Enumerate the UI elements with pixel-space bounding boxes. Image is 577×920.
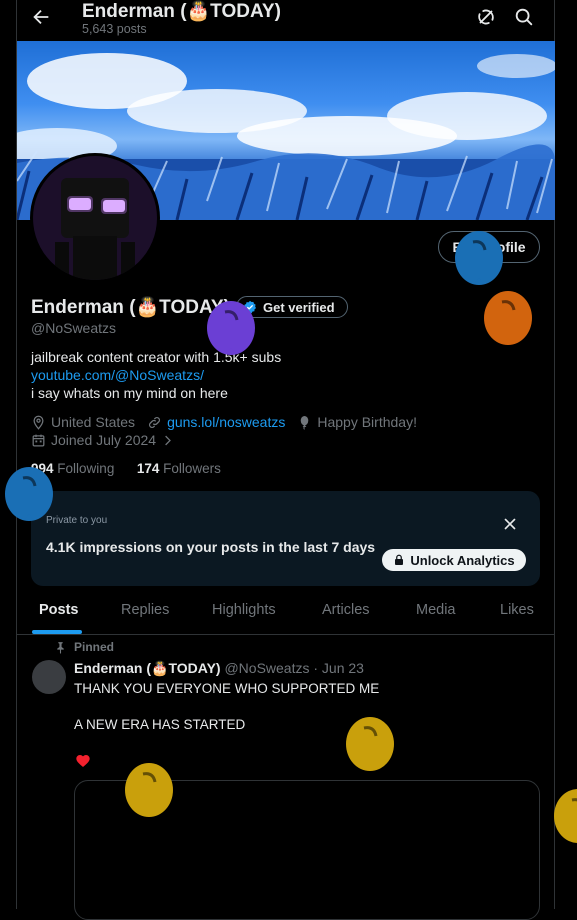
tab-likes[interactable]: Likes (500, 602, 534, 618)
profile-meta-row: United States guns.lol/nosweatzs Happy B… (31, 414, 417, 430)
bio-youtube-link[interactable]: youtube.com/@NoSweatzs/ (31, 366, 281, 384)
analytics-impressions-text: 4.1K impressions on your posts in the la… (46, 539, 376, 555)
analytics-card: Private to you 4.1K impressions on your … (31, 491, 540, 586)
tab-media[interactable]: Media (416, 602, 456, 618)
lock-icon (395, 554, 404, 565)
post-text-line: A NEW ERA HAS STARTED (74, 717, 246, 732)
balloon-icon (455, 231, 503, 285)
pinned-label-row: Pinned (54, 640, 114, 654)
follow-stats: 994 Following 174 Followers (31, 461, 221, 476)
post-author-name[interactable]: Enderman (🎂TODAY) (74, 660, 221, 676)
analytics-private-label: Private to you (46, 515, 108, 526)
heart-icon (76, 755, 90, 767)
balloon-icon (207, 301, 255, 355)
location-icon (33, 415, 44, 430)
chevron-right-icon (165, 435, 171, 445)
balloon-icon (301, 415, 309, 430)
pinned-label: Pinned (74, 640, 115, 654)
profile-display-name: Enderman (🎂TODAY) (31, 297, 230, 318)
post-handle-time: @NoSweatzs · Jun 23 (224, 660, 364, 676)
balloon-icon (125, 763, 173, 817)
close-icon[interactable] (501, 515, 519, 533)
profile-joined-date: Joined July 2024 (51, 432, 157, 448)
enderman-avatar-image (33, 156, 157, 280)
pin-icon (57, 641, 64, 654)
following-label: Following (57, 461, 115, 476)
balloon-icon (554, 789, 577, 843)
header-title: Enderman (🎂TODAY) (82, 1, 281, 22)
profile-avatar[interactable] (30, 153, 160, 283)
profile-handle: @NoSweatzs (31, 320, 117, 336)
get-verified-label: Get verified (263, 299, 335, 315)
profile-tabs: Posts Replies Highlights Articles Media … (17, 592, 555, 635)
followers-link[interactable]: 174 Followers (137, 461, 221, 476)
profile-location: United States (51, 414, 136, 430)
followers-count: 174 (136, 461, 160, 476)
unlock-analytics-button[interactable]: Unlock Analytics (382, 549, 526, 571)
followers-label: Followers (163, 461, 221, 476)
header-post-count: 5,643 posts (82, 22, 147, 36)
post-header: Enderman (🎂TODAY) @NoSweatzs · Jun 23 (74, 660, 364, 677)
unlock-analytics-label: Unlock Analytics (410, 552, 515, 568)
active-tab-indicator (32, 630, 82, 634)
bio-line: i say whats on my mind on here (31, 385, 228, 401)
balloon-icon (346, 717, 394, 771)
profile-website-link[interactable]: guns.lol/nosweatzs (167, 414, 285, 430)
post-author-avatar[interactable] (32, 660, 66, 694)
profile-joined-row[interactable]: Joined July 2024 (31, 432, 180, 448)
grok-icon[interactable] (475, 6, 497, 28)
back-arrow-icon[interactable] (30, 6, 52, 28)
link-icon (149, 416, 161, 428)
calendar-icon (32, 434, 45, 446)
post-text-line: THANK YOU EVERYONE WHO SUPPORTED ME (74, 681, 380, 696)
profile-birthday: Happy Birthday! (317, 414, 417, 430)
balloon-icon (484, 291, 532, 345)
balloon-icon (5, 467, 53, 521)
tab-posts[interactable]: Posts (39, 602, 79, 618)
tab-replies[interactable]: Replies (121, 602, 169, 618)
search-icon[interactable] (513, 6, 535, 28)
top-header: Enderman (🎂TODAY) 5,643 posts (0, 0, 577, 40)
tab-articles[interactable]: Articles (322, 602, 370, 618)
tab-highlights[interactable]: Highlights (212, 602, 276, 618)
